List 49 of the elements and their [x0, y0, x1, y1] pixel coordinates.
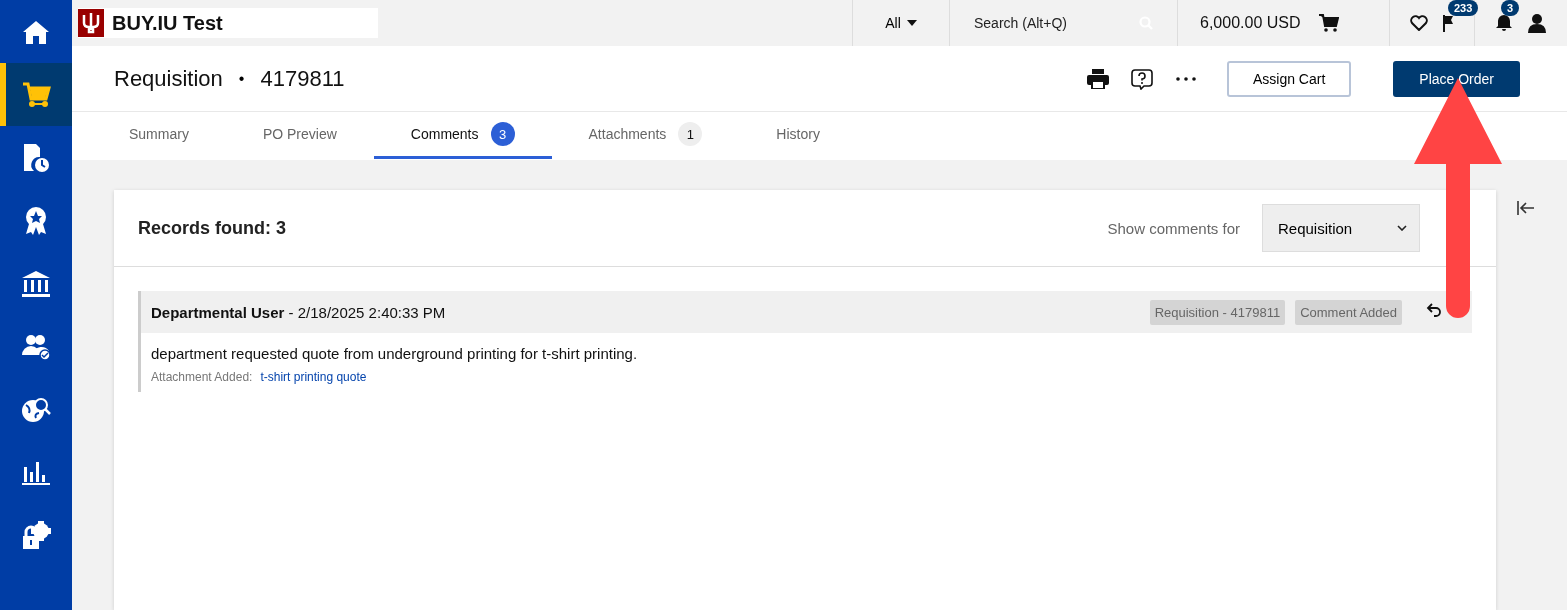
- logo[interactable]: BUY.IU Test: [78, 8, 378, 38]
- sidebar-item[interactable]: [0, 63, 72, 126]
- user-icon[interactable]: [1527, 13, 1547, 33]
- flag-count-badge: 233: [1448, 0, 1479, 16]
- search-field[interactable]: Search (Alt+Q): [974, 11, 1139, 35]
- attachment-label: Attachment Added:: [151, 370, 253, 384]
- records-found: Records found: 3: [138, 217, 286, 239]
- bar-chart-icon: [22, 460, 50, 485]
- people-check-icon: [21, 332, 51, 361]
- filter-label: Show comments for: [1107, 219, 1240, 237]
- comment-author: Departmental User - 2/18/2025 2:40:33 PM: [151, 303, 446, 321]
- print-icon[interactable]: [1086, 68, 1109, 89]
- tab-count-badge: 1: [678, 122, 703, 147]
- assign-cart-button[interactable]: Assign Cart: [1226, 60, 1352, 97]
- award-icon: [24, 205, 48, 236]
- tab[interactable]: Comments 3: [373, 112, 552, 159]
- collapse-panel-icon[interactable]: [1517, 200, 1535, 216]
- bank-icon: [21, 269, 51, 298]
- home-icon: [22, 18, 50, 45]
- page-title: Requisition: [114, 65, 223, 92]
- notification-count-badge: 3: [1501, 0, 1520, 16]
- lock-gear-icon: [21, 520, 51, 551]
- cart-total[interactable]: 6,000.00 USD: [1200, 14, 1301, 32]
- more-icon[interactable]: [1174, 75, 1197, 82]
- cart-icon[interactable]: [1318, 14, 1339, 32]
- tab[interactable]: PO Preview: [225, 112, 374, 159]
- comment-tag: Requisition - 4179811: [1149, 299, 1286, 325]
- caret-icon: [906, 20, 917, 26]
- place-order-button[interactable]: Place Order: [1393, 60, 1520, 97]
- trident-logo-icon: [78, 9, 104, 37]
- help-icon[interactable]: [1130, 67, 1153, 90]
- bell-icon[interactable]: [1495, 14, 1513, 32]
- document-clock-icon: [22, 142, 50, 173]
- tab[interactable]: Attachments 1: [551, 112, 740, 159]
- requisition-number: 4179811: [260, 65, 345, 92]
- cart-icon: [21, 80, 51, 109]
- chevron-down-icon: [1397, 225, 1407, 231]
- flag-icon[interactable]: [1442, 14, 1454, 32]
- heart-icon[interactable]: [1410, 15, 1428, 31]
- comment-tag: Comment Added: [1295, 299, 1402, 325]
- title-separator: •: [238, 69, 245, 88]
- tab[interactable]: History: [739, 112, 857, 159]
- tab-count-badge: 3: [490, 122, 515, 147]
- comment-text: department requested quote from underground printing for t-shirt printing.: [150, 344, 639, 364]
- globe-search-icon: [21, 395, 51, 424]
- comments-filter-select[interactable]: Requisition: [1262, 204, 1420, 252]
- attachment-link[interactable]: t-shirt printing quote: [260, 370, 367, 384]
- logo-text: BUY.IU Test: [112, 11, 223, 35]
- tab[interactable]: Summary: [92, 112, 226, 159]
